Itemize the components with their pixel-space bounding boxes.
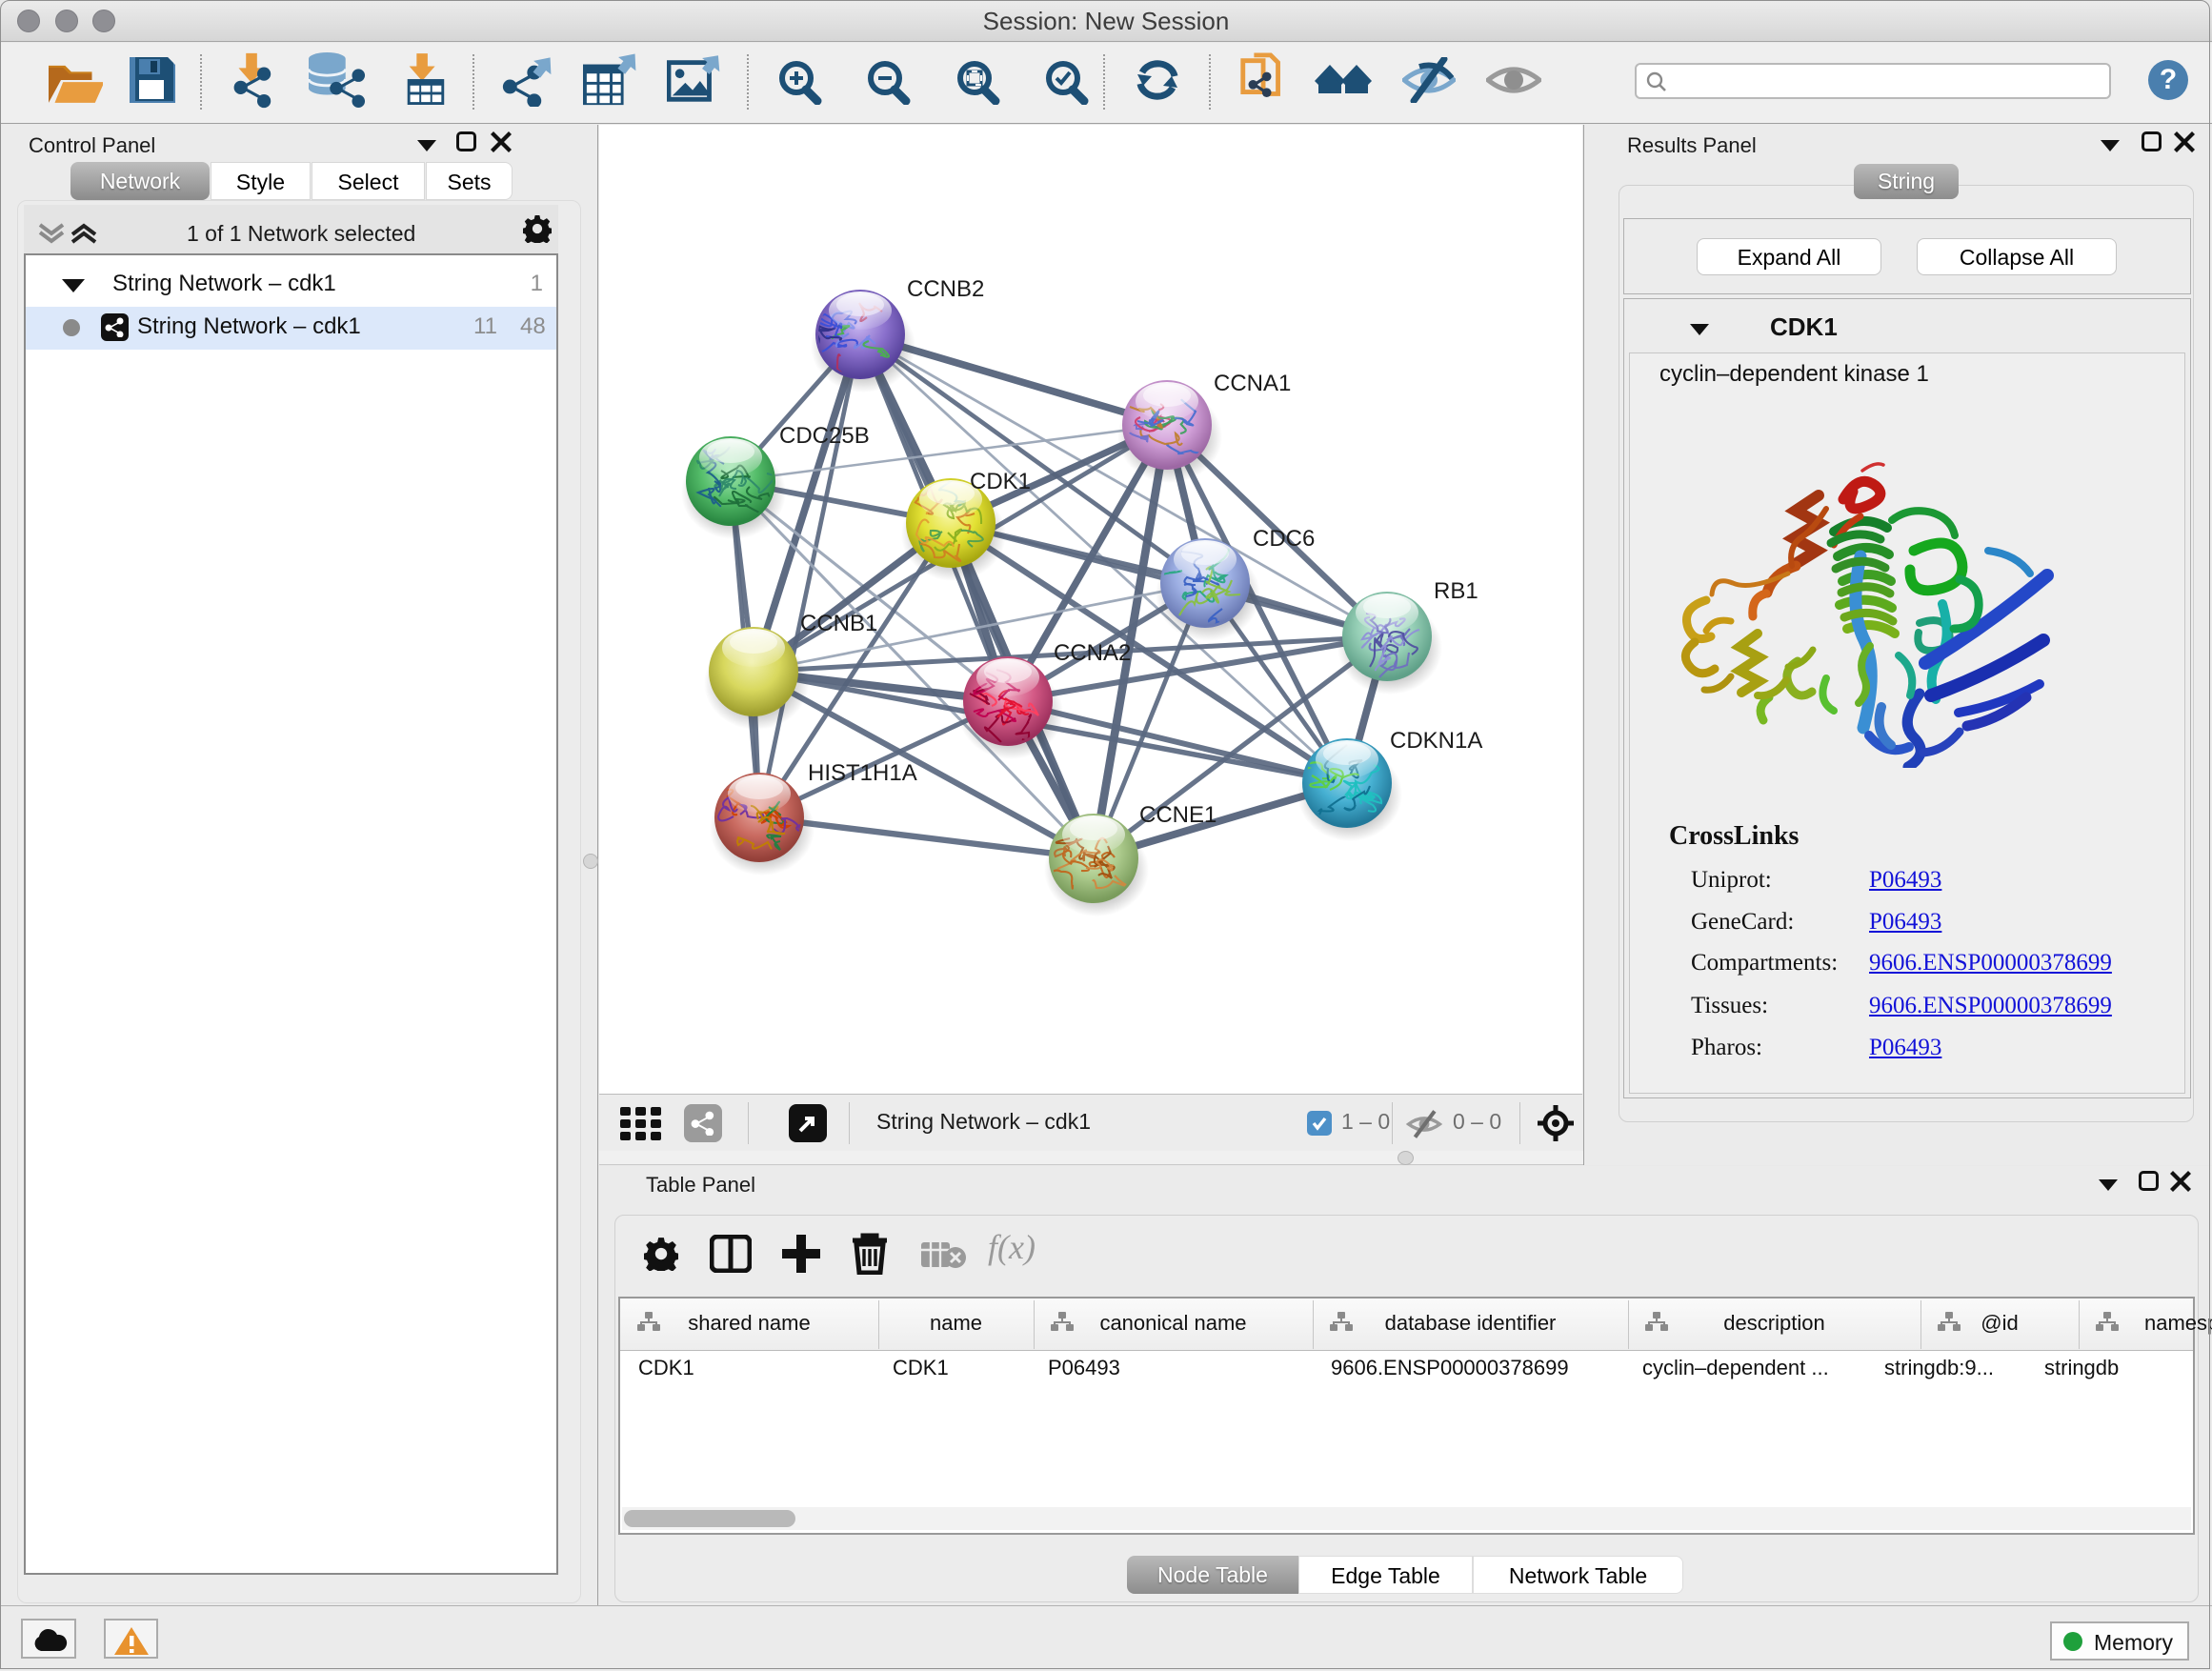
svg-text:HIST1H1A: HIST1H1A (808, 760, 917, 786)
svg-text:CCNA1: CCNA1 (1214, 371, 1291, 396)
svg-text:CDC25B: CDC25B (779, 423, 870, 449)
svg-text:CDC6: CDC6 (1253, 526, 1315, 552)
svg-text:RB1: RB1 (1434, 578, 1478, 604)
svg-text:CCNB1: CCNB1 (800, 611, 877, 636)
svg-text:CDKN1A: CDKN1A (1390, 728, 1482, 754)
svg-text:CCNE1: CCNE1 (1139, 802, 1217, 828)
svg-text:CDK1: CDK1 (970, 469, 1031, 494)
svg-text:CCNA2: CCNA2 (1054, 640, 1131, 666)
svg-text:CCNB2: CCNB2 (907, 276, 984, 302)
